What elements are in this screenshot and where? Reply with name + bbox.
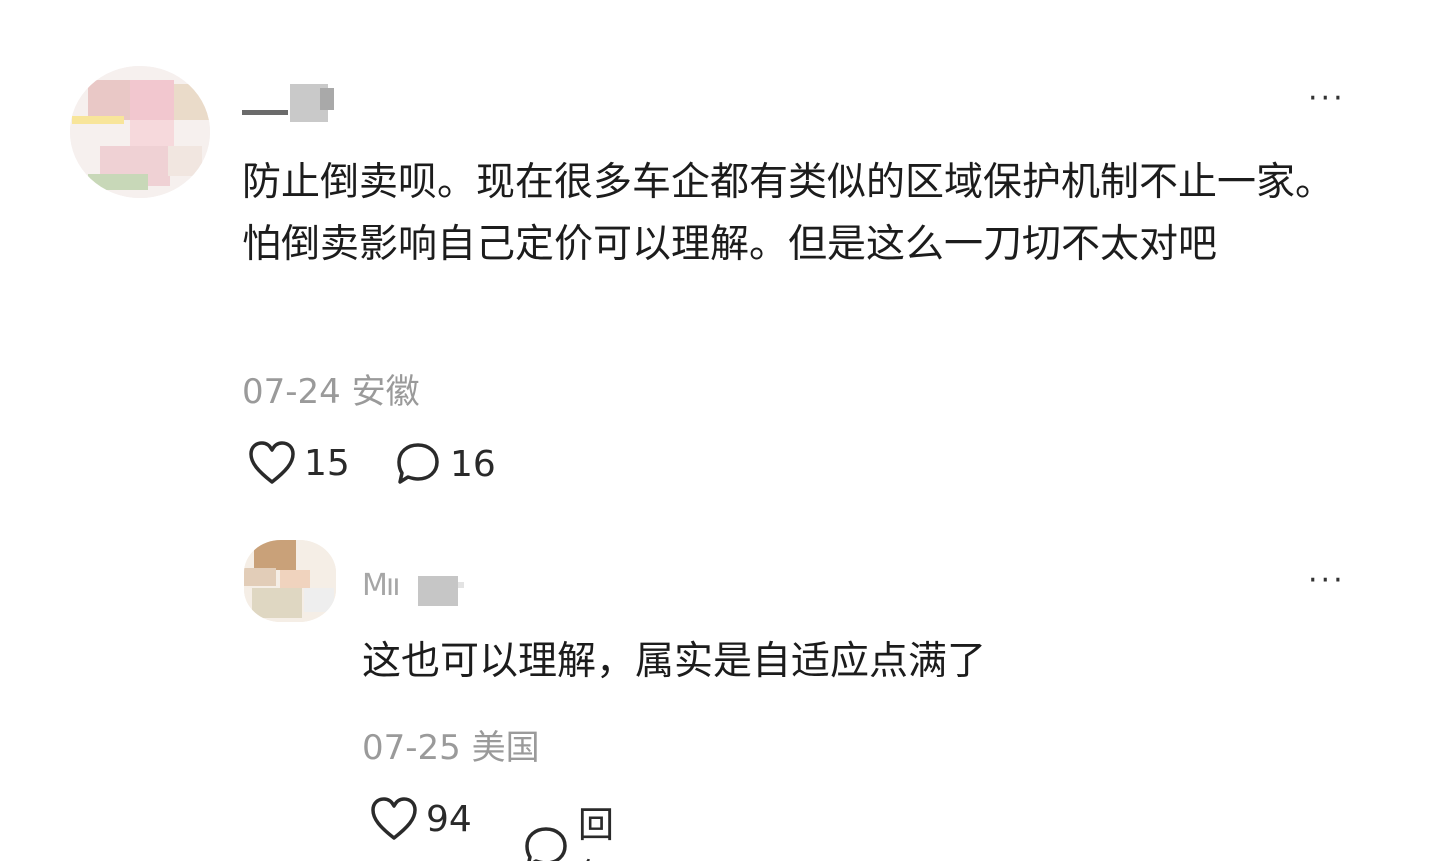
comment-meta: 07-24 安徽 — [242, 364, 420, 413]
comment-location: 安徽 — [351, 372, 420, 412]
speech-bubble-icon — [394, 440, 442, 488]
heart-icon — [370, 796, 418, 842]
comment-thread: ··· 防止倒卖呗。现在很多车企都有类似的区域保护机制不止一家。怕倒卖影响自己定… — [0, 0, 1439, 861]
username-fragment: Mıı — [362, 568, 401, 603]
more-options-button[interactable]: ··· — [1308, 84, 1346, 114]
avatar[interactable] — [70, 66, 210, 198]
reply-text: 这也可以理解，属实是自适应点满了 — [362, 639, 987, 684]
comment-date: 07-24 — [242, 372, 341, 412]
mosaic-redaction — [320, 88, 334, 110]
reply-count: 16 — [450, 443, 496, 485]
mosaic-redaction — [418, 576, 458, 606]
mosaic-redaction — [458, 582, 464, 588]
like-button[interactable]: 15 — [248, 440, 350, 486]
username-fragment — [242, 110, 288, 115]
heart-icon — [248, 440, 296, 486]
more-options-button[interactable]: ··· — [1308, 566, 1346, 596]
like-count: 94 — [426, 798, 472, 840]
speech-bubble-icon — [522, 824, 570, 861]
like-count: 15 — [304, 442, 350, 484]
reply-location: 美国 — [471, 728, 540, 768]
ellipsis-icon: ··· — [1308, 563, 1346, 598]
comment-text: 防止倒卖呗。现在很多车企都有类似的区域保护机制不止一家。怕倒卖影响自己定价可以理… — [242, 160, 1335, 267]
username-redacted[interactable]: Mıı — [362, 566, 562, 610]
reply-label: 回复 — [578, 805, 615, 861]
avatar[interactable] — [244, 540, 336, 622]
reply-meta: 07-25 美国 — [362, 720, 540, 769]
reply-button[interactable]: 16 — [394, 440, 496, 488]
ellipsis-icon: ··· — [1308, 81, 1346, 116]
username-redacted[interactable] — [242, 84, 342, 128]
reply-button[interactable]: 回复 — [522, 796, 614, 861]
like-button[interactable]: 94 — [370, 796, 472, 842]
reply-date: 07-25 — [362, 728, 461, 768]
